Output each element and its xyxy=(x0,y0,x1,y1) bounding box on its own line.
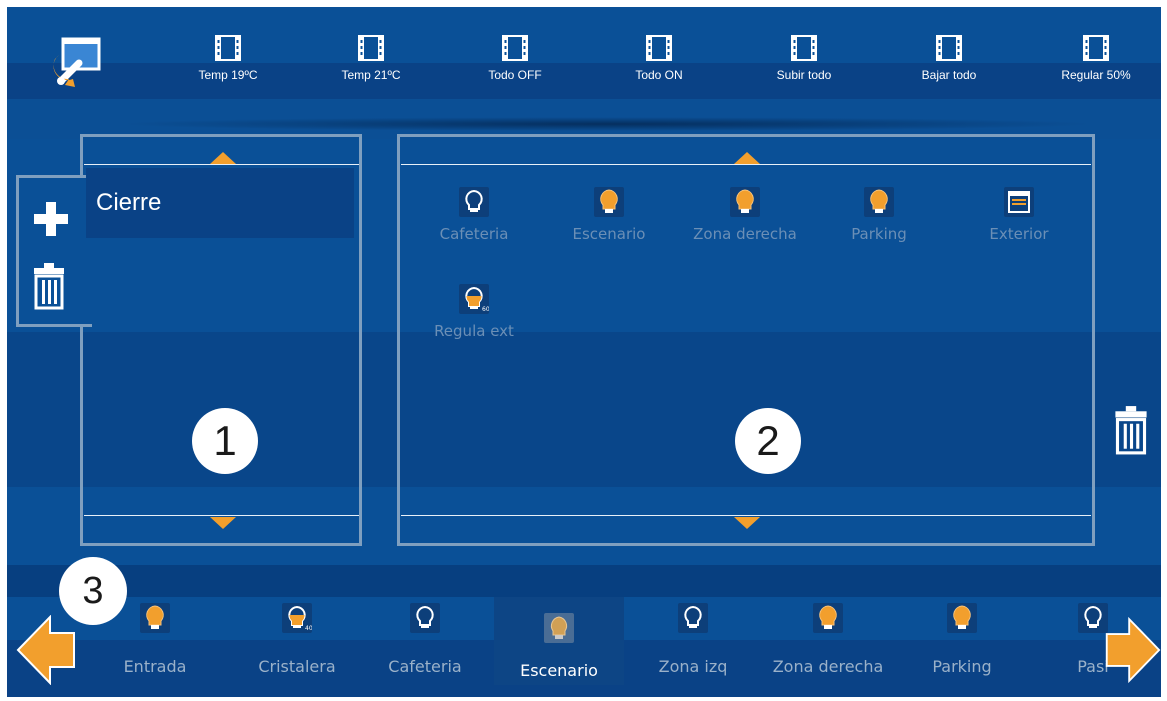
device-tab[interactable]: Zona derecha xyxy=(763,597,893,685)
device-tile[interactable]: Escenario xyxy=(544,187,674,243)
scene-button[interactable]: Todo OFF xyxy=(465,35,565,105)
trash-icon xyxy=(34,263,64,310)
device-tab-label: Entrada xyxy=(123,657,187,676)
scene-label: Temp 19ºC xyxy=(198,68,258,82)
bulb-off-icon xyxy=(459,187,489,217)
bulb-on-icon xyxy=(730,187,760,217)
left-scroll-down-arrow[interactable] xyxy=(210,517,236,529)
right-panel-top-divider xyxy=(401,164,1091,165)
bulb-on-icon xyxy=(140,603,170,633)
device-tab-label: Parking xyxy=(932,657,992,676)
add-button[interactable] xyxy=(31,199,71,239)
device-label: Parking xyxy=(851,225,907,243)
scene-label: Todo ON xyxy=(635,68,683,82)
scene-label: Subir todo xyxy=(776,68,832,82)
device-tile[interactable]: Exterior xyxy=(954,187,1084,243)
svg-text:40: 40 xyxy=(305,625,312,632)
dimmer-bulb-icon: 60 xyxy=(459,284,489,314)
scene-button[interactable]: Regular 50% xyxy=(1046,35,1146,105)
device-tab[interactable]: Escenario xyxy=(494,597,624,685)
scene-label: Todo OFF xyxy=(488,68,542,82)
scene-button[interactable]: Bajar todo xyxy=(899,35,999,105)
device-tab[interactable]: Zona izq xyxy=(628,597,758,685)
device-label: Escenario xyxy=(572,225,646,243)
scene-label: Bajar todo xyxy=(921,68,977,82)
device-tab[interactable]: Cafeteria xyxy=(360,597,490,685)
top-shadow xyxy=(117,117,1097,131)
settings-wrench-icon xyxy=(53,37,101,87)
device-tab-label: Escenario xyxy=(520,661,598,680)
device-tile[interactable]: Cafeteria xyxy=(409,187,539,243)
device-tab[interactable]: 40 Cristalera xyxy=(232,597,362,685)
blind-icon xyxy=(1004,187,1034,217)
svg-text:60: 60 xyxy=(482,306,489,313)
scene-label: Temp 21ºC xyxy=(341,68,401,82)
bulb-on-icon xyxy=(813,603,843,633)
bulb-off-icon xyxy=(678,603,708,633)
film-icon xyxy=(791,35,817,61)
right-scroll-down-arrow[interactable] xyxy=(734,517,760,529)
device-tab-label: Cafeteria xyxy=(388,657,462,676)
scroll-left-button[interactable] xyxy=(16,614,78,686)
logo[interactable] xyxy=(47,29,111,93)
film-icon xyxy=(215,35,241,61)
arrow-left-icon xyxy=(16,614,75,686)
bulb-on-icon xyxy=(947,603,977,633)
home-automation-screen: Temp 19ºC Temp 21ºC Todo OFF Todo ON Subir t… xyxy=(7,7,1161,697)
badge-1: 1 xyxy=(192,408,258,474)
list-item[interactable]: Cierre xyxy=(86,168,354,238)
bulb-selected-icon xyxy=(544,613,574,643)
badge-2: 2 xyxy=(735,408,801,474)
device-tab-label: Cristalera xyxy=(258,657,336,676)
bulb-off-icon xyxy=(410,603,440,633)
left-panel-side-mask xyxy=(80,178,83,324)
dimmer-bulb-icon: 40 xyxy=(282,603,312,633)
scroll-right-button[interactable] xyxy=(1103,615,1161,685)
right-scroll-up-arrow[interactable] xyxy=(734,152,760,164)
left-panel-top-divider xyxy=(84,164,359,165)
device-tile[interactable]: Parking xyxy=(814,187,944,243)
scene-button[interactable]: Todo ON xyxy=(609,35,709,105)
device-label: Exterior xyxy=(989,225,1049,243)
film-icon xyxy=(1083,35,1109,61)
device-label: Cafeteria xyxy=(439,225,509,243)
device-tile[interactable]: 60 Regula ext xyxy=(409,284,539,340)
bulb-on-icon xyxy=(594,187,624,217)
scene-button[interactable]: Subir todo xyxy=(754,35,854,105)
left-scroll-up-arrow[interactable] xyxy=(210,152,236,164)
list-item-label: Cierre xyxy=(96,189,162,216)
bottom-divider-band xyxy=(7,565,1161,597)
device-tab-label: Zona izq xyxy=(658,657,728,676)
right-panel-bottom-divider xyxy=(401,515,1091,516)
device-label: Zona derecha xyxy=(693,225,797,243)
device-tile[interactable]: Zona derecha xyxy=(680,187,810,243)
film-icon xyxy=(936,35,962,61)
trash-icon xyxy=(1115,406,1147,455)
film-icon xyxy=(646,35,672,61)
scene-button[interactable]: Temp 19ºC xyxy=(178,35,278,105)
film-icon xyxy=(358,35,384,61)
left-delete-button[interactable] xyxy=(32,261,66,311)
scene-label: Regular 50% xyxy=(1061,68,1131,82)
plus-icon xyxy=(34,202,68,236)
bulb-on-icon xyxy=(864,187,894,217)
device-tab-label: Zona derecha xyxy=(772,657,884,676)
right-delete-button[interactable] xyxy=(1113,404,1149,456)
device-label: Regula ext xyxy=(434,322,514,340)
scene-button[interactable]: Temp 21ºC xyxy=(321,35,421,105)
device-tab[interactable]: Parking xyxy=(897,597,1027,685)
film-icon xyxy=(502,35,528,61)
left-panel-bottom-divider xyxy=(84,515,359,516)
arrow-right-icon xyxy=(1105,616,1161,684)
